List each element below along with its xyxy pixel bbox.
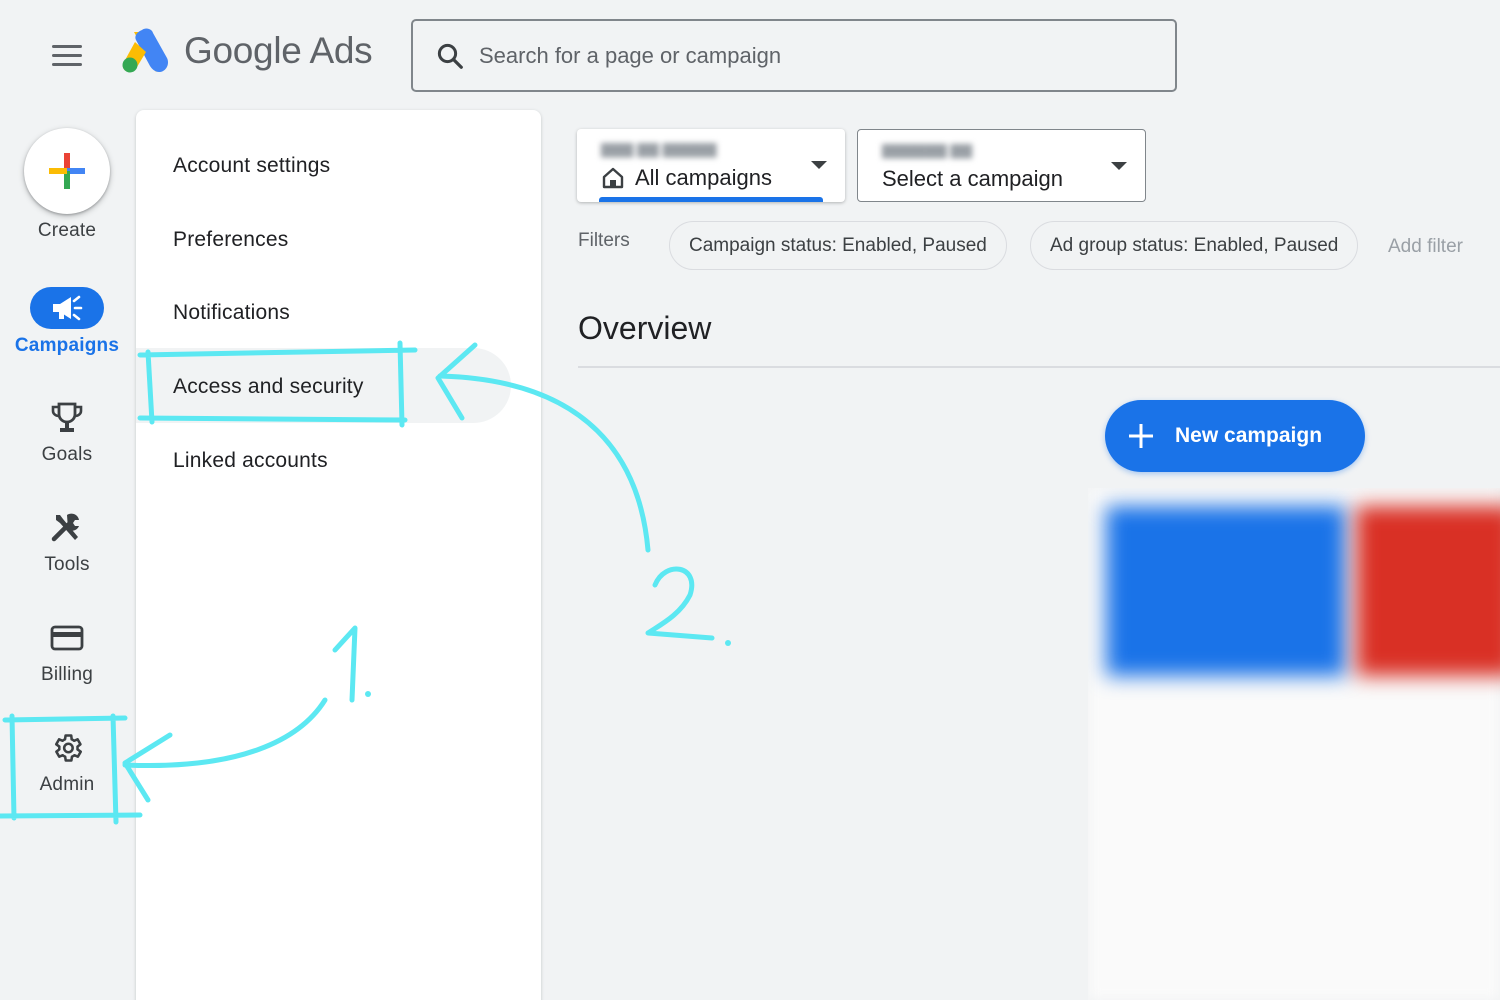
gear-icon [54,734,83,762]
view-dropdown[interactable]: ▇▇▇ ▇▇ ▇▇▇▇▇ All campaigns [577,129,845,202]
chevron-down-icon [1111,162,1127,170]
blurred-card-red [1356,506,1500,676]
create-label: Create [37,220,97,241]
rail-item-campaigns[interactable]: Campaigns [0,287,134,357]
hamburger-icon [52,44,82,48]
credit-card-icon [50,625,84,651]
search-icon [437,43,463,69]
view-dropdown-label-blurred: ▇▇▇ ▇▇ ▇▇▇▇▇ [601,141,717,157]
search-bar[interactable] [411,19,1177,92]
google-ads-logo-icon [122,28,169,73]
search-input[interactable] [479,42,1175,69]
page-title: Overview [578,310,712,346]
rail-item-label: Admin [39,774,95,795]
plus-icon [49,153,85,189]
app-name: Google Ads [184,30,373,71]
rail-item-billing[interactable]: Billing [0,618,134,686]
chevron-down-icon [811,161,827,169]
view-dropdown-value: All campaigns [635,165,772,190]
campaign-dropdown-value: Select a campaign [882,166,1063,191]
blurred-card-blue [1106,506,1346,676]
rail-item-tools[interactable]: Tools [0,508,134,576]
new-campaign-button[interactable]: New campaign [1105,400,1365,472]
rail-item-label: Tools [44,554,90,575]
filter-chip-ad-group-status[interactable]: Ad group status: Enabled, Paused [1030,221,1359,270]
filter-chip-campaign-status[interactable]: Campaign status: Enabled, Paused [669,221,1007,270]
campaign-dropdown-label-blurred: ▇▇▇▇▇▇ ▇▇ [882,142,973,158]
blurred-content [1088,488,1500,1000]
filters-label: Filters [578,230,630,251]
add-filter-button[interactable]: Add filter [1388,236,1463,258]
divider [578,366,1500,368]
tools-icon [51,513,79,542]
megaphone-icon [53,295,83,321]
google-ads-logo[interactable]: Google Ads [120,28,373,74]
create-button[interactable]: Create [0,128,134,242]
active-indicator [599,197,823,202]
rail-item-label: Campaigns [14,335,120,356]
admin-item-linked-accounts[interactable]: Linked accounts [173,449,328,473]
admin-item-access-and-security[interactable]: Access and security [173,375,364,399]
campaign-dropdown[interactable]: ▇▇▇▇▇▇ ▇▇ Select a campaign [857,129,1146,202]
rail-item-label: Goals [41,444,93,465]
admin-menu-panel: Account settings Preferences Notificatio… [136,110,541,1000]
rail-item-label: Billing [40,664,94,685]
main-menu-button[interactable] [44,32,90,78]
new-campaign-label: New campaign [1175,424,1323,447]
rail-item-admin[interactable]: Admin [0,728,134,796]
home-icon [602,167,624,189]
trophy-icon [51,402,83,432]
admin-item-account-settings[interactable]: Account settings [173,154,330,178]
rail-item-goals[interactable]: Goals [0,398,134,466]
admin-item-notifications[interactable]: Notifications [173,301,290,325]
admin-item-preferences[interactable]: Preferences [173,228,288,252]
plus-icon [1129,424,1153,448]
